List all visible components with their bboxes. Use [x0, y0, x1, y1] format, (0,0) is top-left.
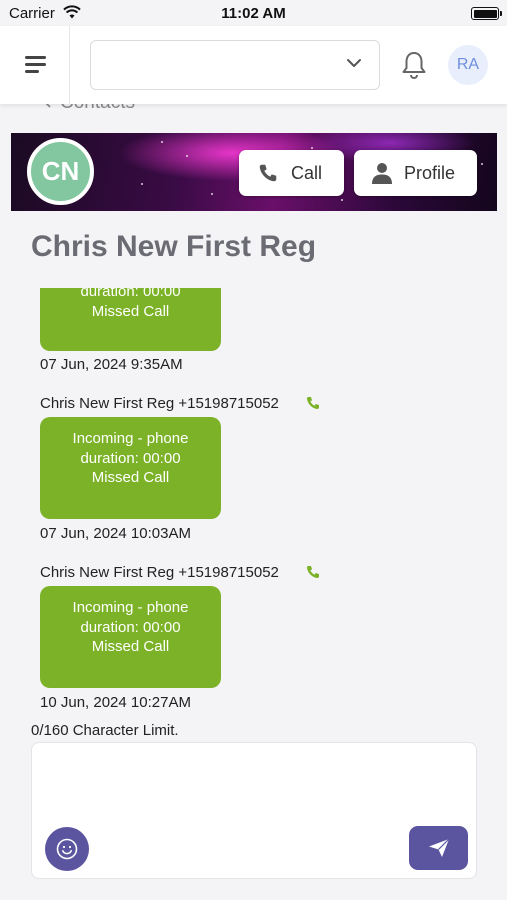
- profile-button-label: Profile: [404, 162, 456, 183]
- call-button[interactable]: Call: [239, 150, 344, 196]
- message-sender: Chris New First Reg +15198715052: [40, 564, 279, 581]
- bell-icon[interactable]: [400, 50, 428, 85]
- smiley-icon: [56, 838, 78, 860]
- message-timestamp: 07 Jun, 2024 10:03AM: [40, 525, 191, 542]
- call-log-bubble: duration: 00:00 Missed Call: [40, 288, 221, 351]
- bubble-line: duration: 00:00: [80, 618, 181, 636]
- chevron-down-icon: [345, 54, 363, 77]
- account-select[interactable]: [90, 40, 380, 90]
- message-timestamp: 07 Jun, 2024 9:35AM: [40, 356, 183, 373]
- message-list[interactable]: duration: 00:00 Missed Call 07 Jun, 2024…: [0, 288, 507, 718]
- contact-name: Chris New First Reg: [31, 230, 317, 263]
- send-icon: [428, 838, 449, 857]
- call-button-label: Call: [291, 162, 323, 183]
- bubble-line: Missed Call: [91, 302, 170, 320]
- status-bar: Carrier 11:02 AM: [0, 0, 507, 26]
- bubble-line: Missed Call: [91, 469, 170, 486]
- phone-icon: [305, 564, 321, 585]
- send-button[interactable]: [409, 826, 468, 870]
- person-icon: [372, 163, 392, 184]
- clock: 11:02 AM: [221, 5, 286, 22]
- bubble-line: Missed Call: [91, 638, 170, 655]
- message-timestamp: 10 Jun, 2024 10:27AM: [40, 694, 191, 711]
- message-sender: Chris New First Reg +15198715052: [40, 395, 279, 412]
- emoji-button[interactable]: [45, 827, 89, 871]
- contact-avatar: CN: [27, 138, 94, 205]
- profile-button[interactable]: Profile: [354, 150, 477, 196]
- bubble-line: duration: 00:00: [80, 288, 181, 300]
- menu-button[interactable]: [0, 26, 70, 104]
- phone-icon: [305, 395, 321, 416]
- user-avatar[interactable]: RA: [448, 45, 488, 85]
- call-log-bubble: Incoming - phone duration: 00:00 Missed …: [40, 417, 221, 519]
- character-limit-text: 0/160 Character Limit.: [31, 722, 179, 739]
- phone-icon: [259, 164, 277, 182]
- battery-icon: [471, 7, 502, 20]
- call-log-bubble: Incoming - phone duration: 00:00 Missed …: [40, 586, 221, 688]
- app-header: RA: [0, 26, 507, 104]
- bubble-line: Incoming - phone: [72, 430, 189, 447]
- bubble-line: duration: 00:00: [80, 449, 181, 467]
- bubble-line: Incoming - phone: [72, 599, 189, 616]
